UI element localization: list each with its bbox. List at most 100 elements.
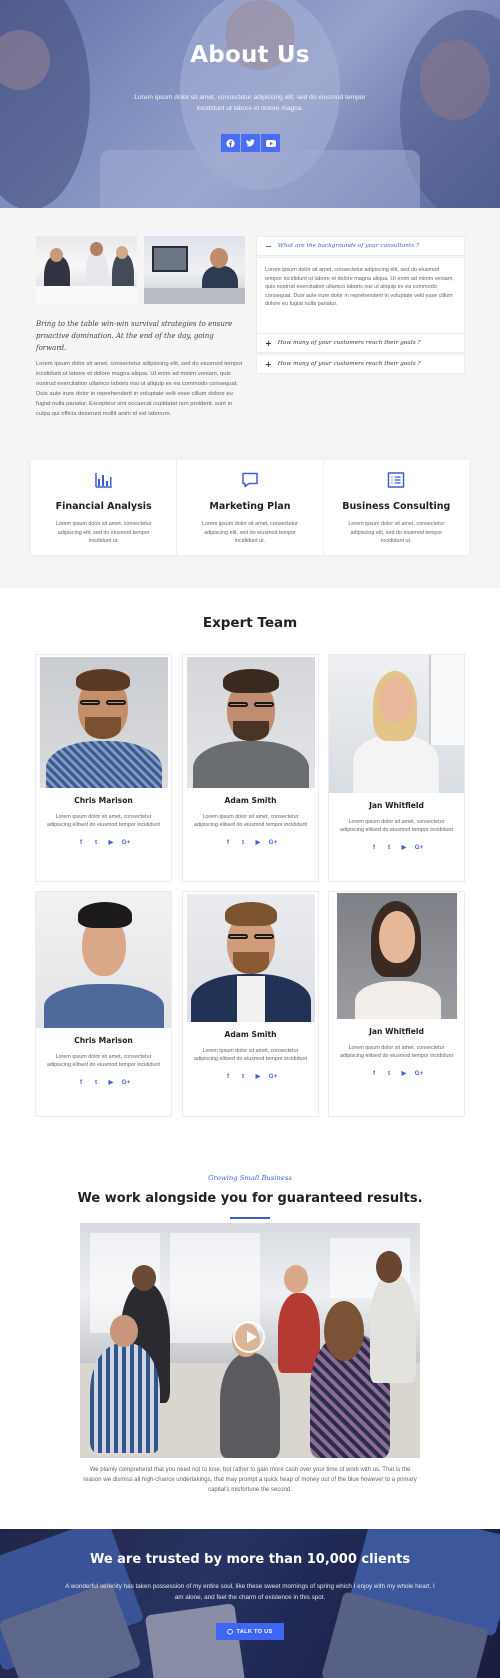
member-text: Lorem ipsum dolor sit amet, consectetur … (194, 1048, 307, 1063)
accordion-item-3[interactable]: + How many of your customers reach their… (256, 354, 465, 374)
member-name: Jan Whitfield (369, 1027, 424, 1036)
accordion-answer-1: Lorem ipsum dolor sit amet, consectetur … (256, 257, 465, 335)
chat-icon (227, 1628, 234, 1634)
member-socials: f t ▶ G+ (36, 1079, 171, 1086)
accordion-item-2[interactable]: + How many of your customers reach their… (256, 333, 465, 353)
accordion-item-1[interactable]: − What are the backgrounds of your consu… (256, 236, 465, 256)
google-plus-icon[interactable]: G+ (119, 1079, 134, 1086)
team-card: Adam Smith Lorem ipsum dolor sit amet, c… (182, 891, 319, 1117)
feature-financial-analysis: Financial Analysis Lorem ipsum dolor sit… (31, 460, 178, 555)
twitter-icon[interactable]: t (382, 844, 397, 851)
office-meeting-image (36, 236, 137, 304)
member-socials: f t ▶ G+ (36, 839, 171, 846)
youtube-icon[interactable]: ▶ (104, 839, 119, 846)
growing-text: We plainly comprehend that you need not … (83, 1467, 417, 1493)
accordion-question-2: How many of your customers reach their g… (277, 340, 421, 346)
feature-marketing-plan: Marketing Plan Lorem ipsum dolor sit ame… (177, 460, 324, 555)
google-plus-icon[interactable]: G+ (266, 1073, 281, 1080)
team-card: Chris Marison Lorem ipsum dolor sit amet… (35, 891, 172, 1117)
google-plus-icon[interactable]: G+ (412, 1070, 427, 1077)
twitter-icon[interactable]: t (236, 839, 251, 846)
facebook-icon[interactable]: f (367, 1070, 382, 1077)
twitter-icon[interactable]: t (382, 1070, 397, 1077)
google-plus-icon[interactable]: G+ (412, 844, 427, 851)
facebook-icon[interactable]: f (367, 844, 382, 851)
member-text: Lorem ipsum dolor sit amet, consectetur … (340, 1045, 453, 1060)
google-plus-icon[interactable]: G+ (266, 839, 281, 846)
youtube-icon[interactable]: ▶ (397, 844, 412, 851)
minus-icon: − (265, 241, 272, 251)
team-card: Chris Marison Lorem ipsum dolor sit amet… (35, 654, 172, 882)
team-photo (329, 655, 464, 793)
list-box-icon (388, 472, 405, 488)
accordion-panel-wrapper: Lorem ipsum dolor sit amet, consectetur … (256, 257, 465, 335)
member-socials: f t ▶ G+ (183, 1073, 318, 1080)
features-row: Financial Analysis Lorem ipsum dolor sit… (31, 460, 469, 555)
facebook-icon[interactable] (221, 134, 240, 152)
bar-chart-icon (94, 473, 112, 488)
play-icon[interactable] (233, 1321, 265, 1353)
feature-text: Lorem ipsum dolor sit amet, consectetur … (55, 521, 152, 545)
member-text: Lorem ipsum dolor sit amet, consectetur … (47, 1054, 160, 1069)
feature-text: Lorem ipsum dolor sit amet, consectetur … (202, 521, 298, 545)
chat-bubble-icon (242, 472, 258, 488)
trust-text: A wonderful serenity has taken possessio… (65, 1583, 435, 1601)
team-photo (336, 893, 457, 1019)
about-body: Lorem ipsum dolor sit amet, consectetur … (36, 361, 243, 417)
member-socials: f t ▶ G+ (329, 844, 464, 851)
team-card: Jan Whitfield Lorem ipsum dolor sit amet… (328, 891, 465, 1117)
feature-title: Business Consulting (342, 501, 451, 512)
google-plus-icon[interactable]: G+ (119, 839, 134, 846)
accordion-header-1[interactable]: − What are the backgrounds of your consu… (257, 237, 464, 255)
feature-business-consulting: Business Consulting Lorem ipsum dolor si… (324, 460, 469, 555)
man-at-desk-image (144, 236, 245, 304)
plus-icon: + (265, 359, 272, 369)
talk-to-us-button[interactable]: TALK TO US (216, 1623, 284, 1640)
facebook-icon[interactable]: f (74, 839, 89, 846)
member-socials: f t ▶ G+ (183, 839, 318, 846)
twitter-icon[interactable]: t (236, 1073, 251, 1080)
youtube-icon[interactable]: ▶ (251, 1073, 266, 1080)
facebook-icon[interactable]: f (221, 1073, 236, 1080)
team-photo (186, 657, 315, 788)
facebook-icon[interactable]: f (74, 1079, 89, 1086)
title-underline (230, 1217, 270, 1219)
hero-text: Lorem ipsum dolor sit amet, consectetur … (134, 94, 366, 112)
team-photo (39, 657, 168, 788)
youtube-icon[interactable]: ▶ (397, 1070, 412, 1077)
member-text: Lorem ipsum dolor sit amet, consectetur … (340, 819, 453, 834)
facebook-icon[interactable]: f (221, 839, 236, 846)
accordion-question-1: What are the backgrounds of your consult… (277, 243, 420, 249)
member-name: Chris Marison (74, 796, 133, 805)
youtube-icon[interactable]: ▶ (104, 1079, 119, 1086)
hero-socials (221, 134, 281, 152)
member-socials: f t ▶ G+ (329, 1070, 464, 1077)
twitter-icon[interactable]: t (89, 1079, 104, 1086)
feature-title: Financial Analysis (55, 501, 152, 512)
member-text: Lorem ipsum dolor sit amet, consectetur … (47, 814, 160, 829)
team-card: Adam Smith Lorem ipsum dolor sit amet, c… (182, 654, 319, 882)
member-name: Adam Smith (224, 796, 277, 805)
youtube-icon[interactable]: ▶ (251, 839, 266, 846)
feature-text: Lorem ipsum dolor sit amet, consectetur … (348, 521, 445, 545)
twitter-icon[interactable]: t (89, 839, 104, 846)
youtube-icon[interactable] (261, 134, 280, 152)
growing-title: We work alongside you for guaranteed res… (77, 1191, 423, 1206)
team-photo (36, 892, 171, 1028)
twitter-icon[interactable] (241, 134, 260, 152)
accordion-question-3: How many of your customers reach their g… (277, 361, 421, 367)
about-lead: Bring to the table win-win survival stra… (36, 320, 233, 352)
hero-section: About Us Lorem ipsum dolor sit amet, con… (0, 0, 500, 208)
trust-banner: We are trusted by more than 10,000 clien… (0, 1529, 500, 1678)
growing-subtitle: Growing Small Business (208, 1174, 292, 1182)
trust-title: We are trusted by more than 10,000 clien… (89, 1552, 411, 1567)
plus-icon: + (265, 338, 272, 348)
member-name: Adam Smith (224, 1030, 277, 1039)
member-text: Lorem ipsum dolor sit amet, consectetur … (194, 814, 307, 829)
team-photo (186, 894, 315, 1022)
team-card: Jan Whitfield Lorem ipsum dolor sit amet… (328, 654, 465, 882)
team-meeting-video[interactable] (80, 1223, 420, 1458)
talk-to-us-label: TALK TO US (236, 1628, 273, 1635)
member-name: Chris Marison (74, 1036, 133, 1045)
member-name: Jan Whitfield (369, 801, 424, 810)
